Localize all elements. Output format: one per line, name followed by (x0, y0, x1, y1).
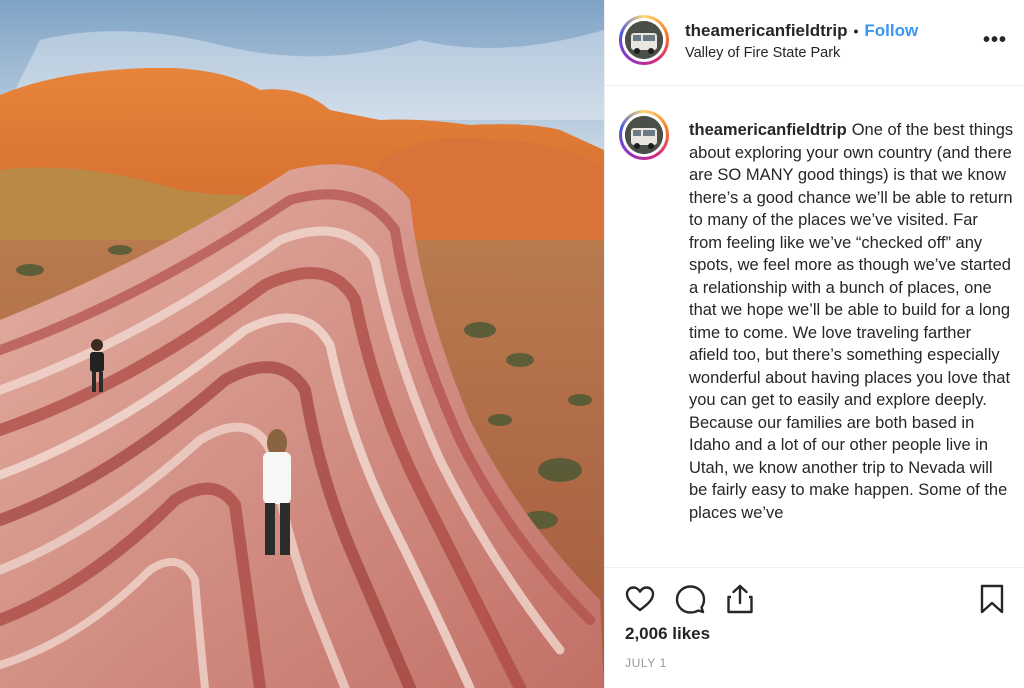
header-username[interactable]: theamericanfieldtrip (685, 20, 848, 42)
caption-username[interactable]: theamericanfieldtrip (689, 121, 847, 139)
bookmark-icon[interactable] (975, 582, 1009, 616)
caption-text: One of the best things about exploring y… (689, 121, 1014, 522)
more-options-icon[interactable]: ••• (983, 30, 1007, 50)
avatar-bus-icon (625, 21, 663, 59)
follow-button[interactable]: Follow (864, 20, 918, 42)
likes-count[interactable]: 2,006 likes (625, 624, 710, 644)
share-icon[interactable] (723, 582, 757, 616)
post-header: theamericanfieldtrip • Follow Valley of … (605, 0, 1024, 86)
separator-dot: • (853, 23, 859, 39)
post-side-panel: theamericanfieldtrip • Follow Valley of … (604, 0, 1024, 688)
avatar-bus-icon (625, 116, 663, 154)
actions-area: 2,006 likes JULY 1 (605, 567, 1024, 688)
caption-area: theamericanfieldtrip One of the best thin… (605, 87, 1024, 567)
heart-icon[interactable] (623, 582, 657, 616)
post-date[interactable]: JULY 1 (625, 656, 667, 670)
instagram-post: theamericanfieldtrip • Follow Valley of … (0, 0, 1024, 688)
photo-landscape (0, 0, 604, 688)
location-link[interactable]: Valley of Fire State Park (685, 44, 918, 63)
header-text: theamericanfieldtrip • Follow Valley of … (685, 20, 918, 63)
post-photo[interactable] (0, 0, 604, 688)
avatar[interactable] (619, 15, 669, 65)
caption-avatar[interactable] (619, 110, 669, 160)
comment-icon[interactable] (673, 582, 707, 616)
caption: theamericanfieldtrip One of the best thin… (689, 119, 1015, 524)
action-icons (623, 582, 757, 616)
